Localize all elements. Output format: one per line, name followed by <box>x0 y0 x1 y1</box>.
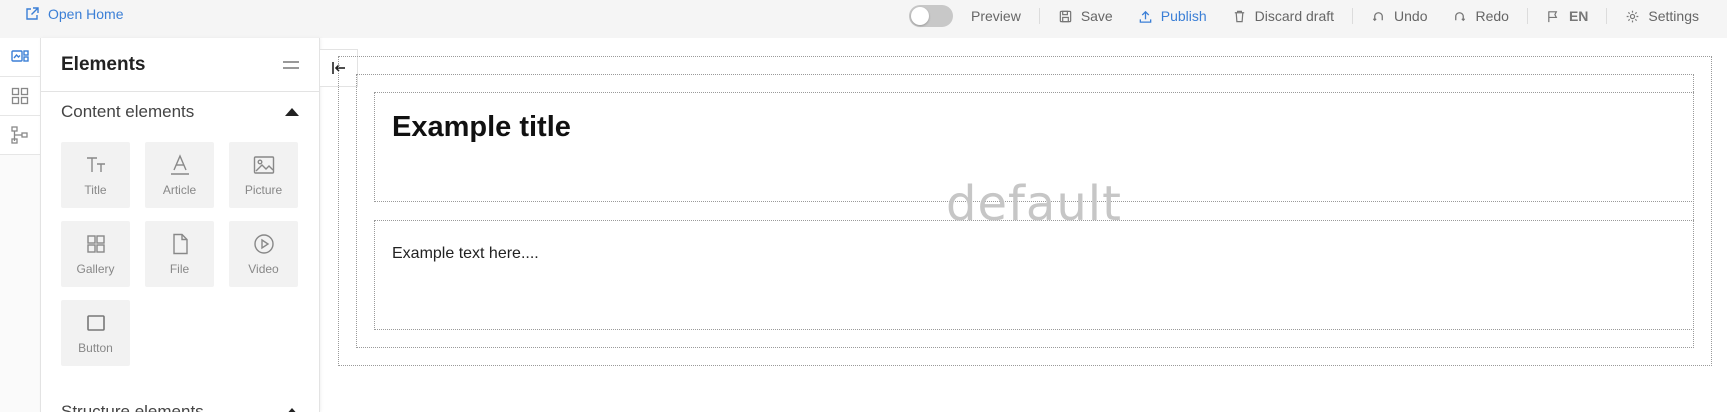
publish-label: Publish <box>1160 8 1207 24</box>
divider <box>1526 8 1528 24</box>
play-circle-icon <box>253 234 274 254</box>
gear-icon <box>1627 10 1639 22</box>
discard-draft-button[interactable]: Discard draft <box>1232 8 1334 24</box>
element-tile-video[interactable]: Video <box>229 221 298 287</box>
caret-up-icon <box>285 108 299 116</box>
tile-label: Video <box>248 262 279 276</box>
save-label: Save <box>1080 8 1113 24</box>
language-label: EN <box>1568 8 1589 24</box>
element-tile-button[interactable]: Button <box>61 300 130 366</box>
section-title: Content elements <box>61 102 195 121</box>
tile-label: Button <box>78 341 113 355</box>
undo-button[interactable]: Undo <box>1371 8 1427 24</box>
settings-label: Settings <box>1648 8 1699 24</box>
upload-icon <box>1139 10 1152 23</box>
element-tile-file[interactable]: File <box>145 221 214 287</box>
tile-label: Title <box>84 183 107 197</box>
rail-grid-button[interactable] <box>0 77 40 116</box>
article-a-icon <box>170 154 189 175</box>
top-bar: Open Home Preview Save Publish Discard d… <box>0 0 1727 38</box>
save-icon <box>1059 10 1072 22</box>
preview-toggle[interactable]: Preview <box>909 5 1021 27</box>
button-square-icon <box>86 315 105 331</box>
element-tile-title[interactable]: Title <box>61 142 130 208</box>
rail-elements-button[interactable] <box>0 38 40 77</box>
panel-title: Elements <box>61 53 146 75</box>
publish-button[interactable]: Publish <box>1138 8 1207 24</box>
section-header-structure-elements[interactable]: Structure elements <box>41 392 319 412</box>
save-button[interactable]: Save <box>1058 8 1113 24</box>
divider <box>1038 8 1040 24</box>
structure-tree-icon <box>11 126 28 144</box>
elements-panel-icon <box>11 50 29 62</box>
divider <box>1352 8 1354 24</box>
title-text-icon <box>86 157 105 172</box>
tile-label: File <box>169 262 190 276</box>
element-tile-article[interactable]: Article <box>145 142 214 208</box>
file-icon <box>172 233 188 255</box>
redo-button[interactable]: Redo <box>1452 8 1509 24</box>
rail-structure-button[interactable] <box>0 116 40 155</box>
trash-icon <box>1234 10 1244 22</box>
settings-button[interactable]: Settings <box>1625 8 1699 24</box>
flag-icon <box>1548 10 1558 22</box>
caret-up-icon <box>285 408 299 412</box>
section-title: Structure elements <box>61 402 204 412</box>
undo-label: Undo <box>1394 8 1428 24</box>
grid-icon <box>11 87 29 105</box>
tile-label: Gallery <box>76 262 115 276</box>
gallery-grid-icon <box>86 235 105 253</box>
preview-switch[interactable] <box>909 5 954 27</box>
divider <box>1606 8 1608 24</box>
open-home-link[interactable]: Open Home <box>24 4 123 24</box>
undo-icon <box>1372 11 1383 21</box>
discard-draft-label: Discard draft <box>1254 8 1335 24</box>
block-body-text[interactable]: Example text here.... <box>392 245 539 263</box>
editor-toolbar: Preview Save Publish Discard draft Undo … <box>909 4 1699 28</box>
section-header-content-elements[interactable]: Content elements <box>41 92 319 132</box>
panel-header: Elements <box>41 38 319 92</box>
tile-label: Article <box>162 183 197 197</box>
tile-label: Picture <box>244 183 283 197</box>
text-block[interactable]: Example text here.... <box>374 220 1694 330</box>
title-block[interactable]: Example title <box>374 92 1694 202</box>
element-tile-picture[interactable]: Picture <box>229 142 298 208</box>
elements-panel: Elements Content elements Title Article … <box>40 38 320 412</box>
left-icon-rail <box>0 38 40 412</box>
redo-icon <box>1455 11 1466 21</box>
open-home-label: Open Home <box>48 6 124 22</box>
block-title-text[interactable]: Example title <box>392 111 571 144</box>
content-elements-grid: Title Article Picture Gallery File Video… <box>41 132 319 366</box>
preview-label: Preview <box>971 8 1021 24</box>
external-link-icon <box>26 7 39 20</box>
redo-label: Redo <box>1475 8 1509 24</box>
picture-icon <box>253 156 274 174</box>
element-tile-gallery[interactable]: Gallery <box>61 221 130 287</box>
language-selector[interactable]: EN <box>1546 8 1588 24</box>
panel-menu-icon[interactable] <box>283 60 299 69</box>
